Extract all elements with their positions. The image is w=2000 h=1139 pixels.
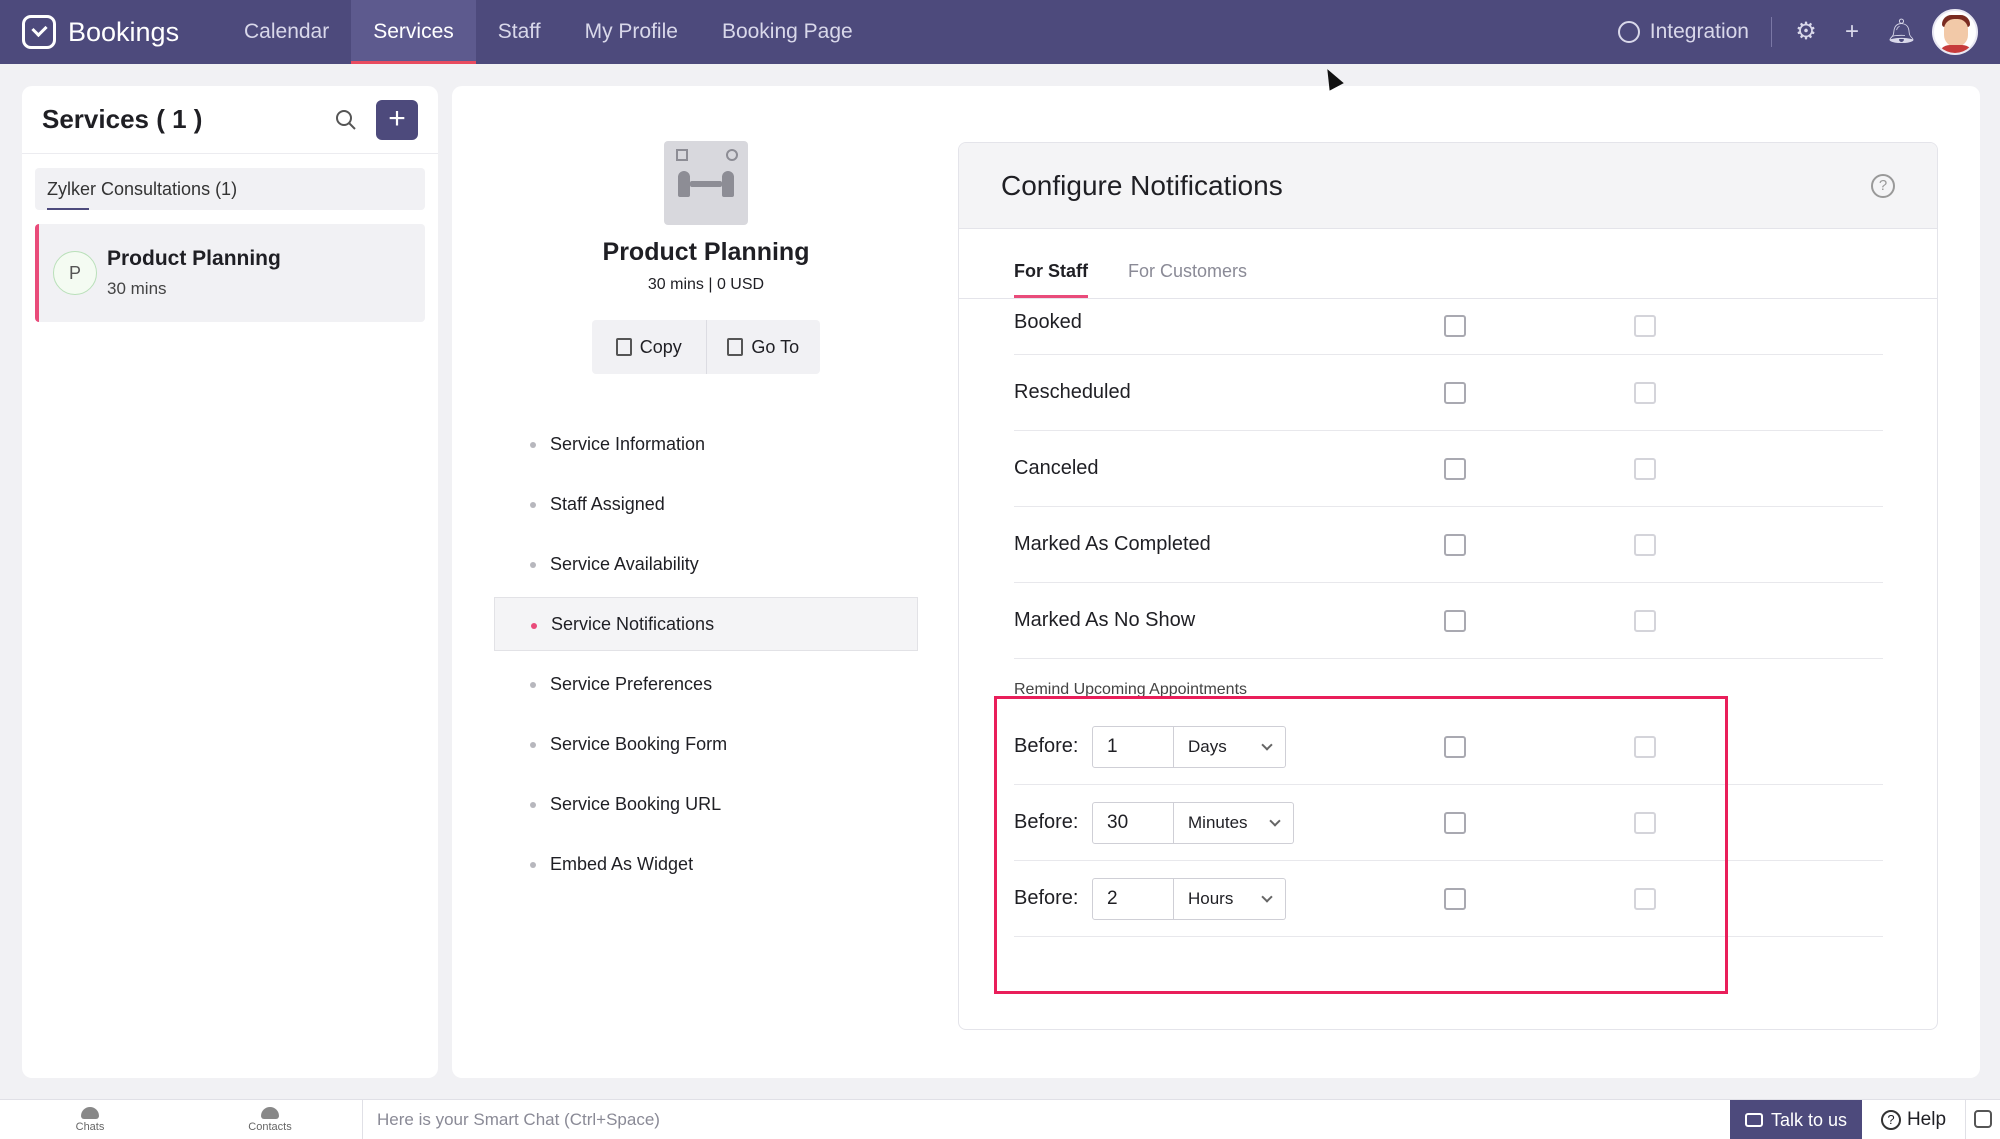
smart-chat-input[interactable]: Here is your Smart Chat (Ctrl+Space) — [362, 1100, 1728, 1139]
external-link-icon — [727, 338, 744, 356]
nav-calendar[interactable]: Calendar — [222, 0, 351, 64]
sms-checkbox[interactable] — [1634, 382, 1656, 404]
chat-icon — [81, 1106, 99, 1119]
services-sidebar: Services ( 1 ) + Zylker Consultations (1… — [22, 86, 438, 1078]
card-header: Configure Notifications ? — [959, 143, 1937, 229]
help-label: Help — [1906, 1109, 1947, 1130]
chats-label: Chats — [75, 1120, 105, 1133]
menu-service-information[interactable]: Service Information — [494, 417, 918, 471]
sms-checkbox[interactable] — [1634, 610, 1656, 632]
service-group[interactable]: Zylker Consultations (1) — [35, 168, 425, 210]
talk-label: Talk to us — [1770, 1109, 1848, 1130]
service-name: Product Planning — [602, 238, 810, 266]
contact-icon — [261, 1106, 279, 1119]
bell-icon[interactable]: 🔔︎ — [1886, 20, 1916, 44]
service-list-item[interactable]: P Product Planning 30 mins — [35, 224, 425, 322]
contacts-label: Contacts — [248, 1120, 292, 1133]
event-label: Booked — [1014, 311, 1082, 333]
nav-staff[interactable]: Staff — [476, 0, 563, 64]
event-label: Marked As No Show — [1014, 609, 1196, 631]
service-settings-menu: Service Information Staff Assigned Servi… — [494, 417, 918, 897]
menu-service-preferences[interactable]: Service Preferences — [494, 657, 918, 711]
menu-service-notifications[interactable]: Service Notifications — [494, 597, 918, 651]
menu-staff-assigned[interactable]: Staff Assigned — [494, 477, 918, 531]
tab-for-staff[interactable]: For Staff — [1014, 261, 1088, 298]
user-avatar[interactable] — [1932, 9, 1978, 55]
talk-to-us-button[interactable]: Talk to us — [1730, 1100, 1862, 1139]
nav-booking-page[interactable]: Booking Page — [700, 0, 875, 64]
service-initial-avatar: P — [53, 251, 97, 295]
chats-button[interactable]: Chats — [0, 1100, 180, 1139]
highlight-annotation-box — [994, 696, 1728, 994]
help-icon[interactable]: ? — [1871, 174, 1895, 198]
event-row: Marked As Completed — [1014, 507, 1883, 583]
search-icon[interactable] — [334, 108, 358, 132]
bookings-logo-icon — [22, 15, 56, 49]
menu-service-availability[interactable]: Service Availability — [494, 537, 918, 591]
email-checkbox[interactable] — [1444, 315, 1466, 337]
service-thumbnail-image — [664, 141, 748, 225]
contacts-button[interactable]: Contacts — [180, 1100, 360, 1139]
chat-bubble-icon — [1744, 1113, 1763, 1127]
top-right-tools: Integration ⚙ + 🔔︎ — [1617, 0, 1978, 64]
service-item-duration: 30 mins — [107, 279, 167, 298]
sms-checkbox[interactable] — [1634, 534, 1656, 556]
nav-my-profile[interactable]: My Profile — [563, 0, 700, 64]
service-actions: Copy Go To — [592, 320, 820, 374]
app-name: Bookings — [68, 16, 180, 47]
notification-tray-icon[interactable] — [1974, 1110, 1992, 1128]
event-row: Canceled — [1014, 431, 1883, 507]
brand[interactable]: Bookings — [0, 15, 222, 49]
service-meta: 30 mins | 0 USD — [647, 276, 765, 293]
event-rows: Booked Rescheduled Canceled Marked As Co… — [1014, 299, 1883, 659]
notification-tabs: For Staff For Customers — [959, 229, 1937, 299]
help-circle-icon: ? — [1880, 1110, 1901, 1130]
card-title: Configure Notifications — [1001, 169, 1283, 201]
event-label: Rescheduled — [1014, 381, 1131, 403]
email-checkbox[interactable] — [1444, 534, 1466, 556]
sms-checkbox[interactable] — [1634, 458, 1656, 480]
event-label: Canceled — [1014, 457, 1099, 479]
settings-icon[interactable]: ⚙ — [1794, 20, 1818, 44]
main-nav: Calendar Services Staff My Profile Booki… — [222, 0, 875, 64]
sidebar-header: Services ( 1 ) + — [22, 86, 438, 154]
copy-button[interactable]: Copy — [592, 320, 706, 374]
clock-icon — [726, 149, 738, 161]
copy-icon — [615, 338, 632, 356]
bottom-bar: Chats Contacts Here is your Smart Chat (… — [0, 1099, 2000, 1139]
email-checkbox[interactable] — [1444, 458, 1466, 480]
help-button[interactable]: ? Help — [1862, 1100, 1966, 1139]
menu-service-booking-form[interactable]: Service Booking Form — [494, 717, 918, 771]
email-checkbox[interactable] — [1444, 610, 1466, 632]
integration-label: Integration — [1649, 20, 1749, 43]
image-icon — [676, 149, 688, 161]
event-row: Booked — [1014, 299, 1883, 355]
tab-for-customers[interactable]: For Customers — [1128, 261, 1247, 298]
email-checkbox[interactable] — [1444, 382, 1466, 404]
nav-services[interactable]: Services — [351, 0, 476, 64]
go-to-label: Go To — [751, 336, 800, 357]
integration-icon — [1617, 21, 1640, 43]
integration-button[interactable]: Integration — [1617, 17, 1772, 47]
menu-service-booking-url[interactable]: Service Booking URL — [494, 777, 918, 831]
top-navigation-bar: Bookings Calendar Services Staff My Prof… — [0, 0, 2000, 64]
copy-label: Copy — [639, 336, 682, 357]
go-to-button[interactable]: Go To — [705, 320, 821, 374]
menu-embed-as-widget[interactable]: Embed As Widget — [494, 837, 918, 891]
event-row: Marked As No Show — [1014, 583, 1883, 659]
sms-checkbox[interactable] — [1634, 315, 1656, 337]
service-item-name: Product Planning — [107, 247, 281, 270]
add-service-button[interactable]: + — [376, 100, 418, 140]
services-title: Services ( 1 ) — [42, 104, 203, 134]
plus-icon[interactable]: + — [1840, 20, 1864, 44]
event-label: Marked As Completed — [1014, 533, 1211, 555]
event-row: Rescheduled — [1014, 355, 1883, 431]
